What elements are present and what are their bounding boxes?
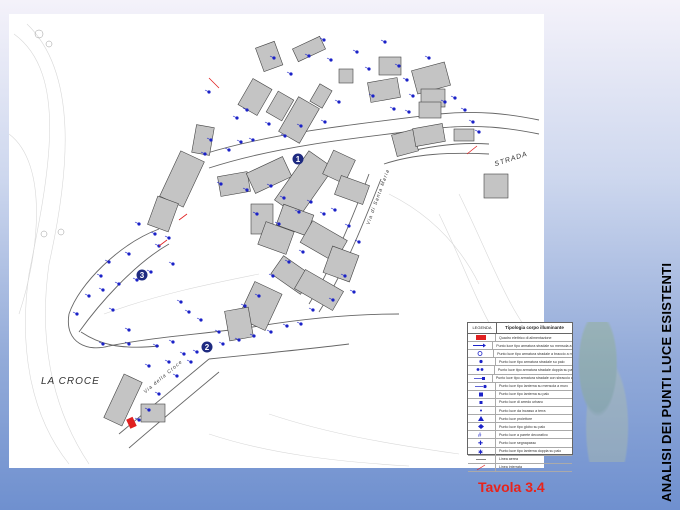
legend-row: # Punto luce a parete decorativo xyxy=(468,431,572,440)
underground-line xyxy=(158,239,168,247)
small-dot-icon xyxy=(468,406,496,415)
legend-row-label: Punto luce proiettore xyxy=(499,416,533,421)
legend-row-label: Punto luce tipo armatura stradale a brac… xyxy=(497,351,572,356)
legend-row: Punto luce da incasso a terra xyxy=(468,406,572,416)
legend-rows: Quadro elettrico di alimentazione Punto l… xyxy=(468,334,572,472)
legend-row-label: Punto luce tipo armatura stradale su men… xyxy=(496,343,572,348)
hash-icon: # xyxy=(468,431,496,439)
place-label-la-croce: LA CROCE xyxy=(41,376,100,387)
legend-row: Punto luce tipo armatura stradale su pal… xyxy=(468,358,572,367)
legend-decoration xyxy=(573,322,635,462)
legend-header: LEGENDA Tipologia corpo illuminante xyxy=(468,323,572,334)
double-lamp-icon xyxy=(468,366,495,374)
legend-row: Punto luce tipo armatura stradale doppia… xyxy=(468,366,572,375)
legend-row-label: Linea aerea xyxy=(499,457,518,462)
map-panel: 123 LA CROCE STRADA Via della Croce Via … xyxy=(9,14,544,468)
legend-row-label: Punto luce tipo armatura stradale su pal… xyxy=(499,359,565,364)
svg-text:✚: ✚ xyxy=(478,440,483,446)
zone-marker-label: 3 xyxy=(140,271,145,280)
filled-square-icon xyxy=(468,398,496,406)
legend-row-label: Punto luce segnapasso xyxy=(499,440,537,445)
cross-icon: ✚ xyxy=(468,439,496,447)
lantern-icon xyxy=(468,382,496,390)
legend-row: Punto luce proiettore xyxy=(468,415,572,424)
legend-row-label: Punto luce tipo armatura stradale doppia… xyxy=(497,367,572,372)
legend-row-label: Punto luce a parete decorativo xyxy=(499,432,548,437)
legend-row: Punto luce tipo armatura stradale con sb… xyxy=(468,374,572,383)
legend-row-label: Punto luce tipo lanterna su mensola a mu… xyxy=(499,384,569,389)
legend-row: Punto luce tipo armatura stradale a brac… xyxy=(468,350,572,359)
sheet-label: Tavola 3.4 xyxy=(478,479,545,495)
legend-row: ✱ Punto luce tipo lanterna doppia su palo xyxy=(468,447,572,456)
legend-row-label: Punto luce tipo lanterna doppia su palo xyxy=(499,449,562,454)
legend-row: Linea aerea xyxy=(468,455,572,464)
arrow-lamp-icon xyxy=(468,342,494,350)
zone-marker-label: 1 xyxy=(296,155,301,164)
triangle-icon xyxy=(468,415,496,423)
circle-lamp-icon xyxy=(468,350,495,358)
legend-row-label: Punto luce tipo armatura stradale con sb… xyxy=(495,376,572,381)
map-legend: LEGENDA Tipologia corpo illuminante Quad… xyxy=(467,322,573,472)
legend-row: ✚ Punto luce segnapasso xyxy=(468,439,572,448)
panel-icon xyxy=(468,334,496,342)
legend-row: Punto luce tipo globo su palo xyxy=(468,423,572,432)
red-line-icon xyxy=(468,463,496,471)
dot-lamp-icon xyxy=(468,358,496,366)
diamond-icon xyxy=(468,423,496,431)
legend-row-label: Punto luce tipo lanterna su palo xyxy=(499,392,550,397)
legend-row-label: Quadro elettrico di alimentazione xyxy=(499,335,552,340)
legend-row-label: Punto luce da incasso a terra xyxy=(499,408,546,413)
svg-text:✱: ✱ xyxy=(478,449,483,455)
svg-text:#: # xyxy=(478,433,482,438)
legend-row: Quadro elettrico di alimentazione xyxy=(468,334,572,343)
legend-row: Linea interrata xyxy=(468,463,572,472)
star-icon: ✱ xyxy=(468,447,496,455)
square-lamp-icon xyxy=(468,374,493,382)
legend-row-label: Punto luce tipo globo su palo xyxy=(499,424,546,429)
side-title: ANALISI DEI PUNTI LUCE ESISTENTI xyxy=(659,262,674,502)
site-plan: 1 2 3 xyxy=(9,23,540,467)
legend-row-label: Punto luce di arredo urbano xyxy=(499,400,544,405)
underground-line xyxy=(178,213,188,221)
legend-row-label: Linea interrata xyxy=(499,465,522,470)
legend-row: Punto luce tipo lanterna su palo xyxy=(468,390,572,399)
line-icon xyxy=(468,455,496,463)
underground-line xyxy=(208,77,220,89)
legend-row: Punto luce tipo lanterna su mensola a mu… xyxy=(468,382,572,391)
legend-header-symbol: LEGENDA xyxy=(468,323,497,333)
legend-row: Punto luce di arredo urbano xyxy=(468,398,572,407)
zone-marker-label: 2 xyxy=(205,343,210,352)
lantern-pole-icon xyxy=(468,390,496,398)
legend-header-title: Tipologia corpo illuminante xyxy=(505,325,564,330)
underground-line xyxy=(466,145,478,155)
legend-row: Punto luce tipo armatura stradale su men… xyxy=(468,342,572,351)
